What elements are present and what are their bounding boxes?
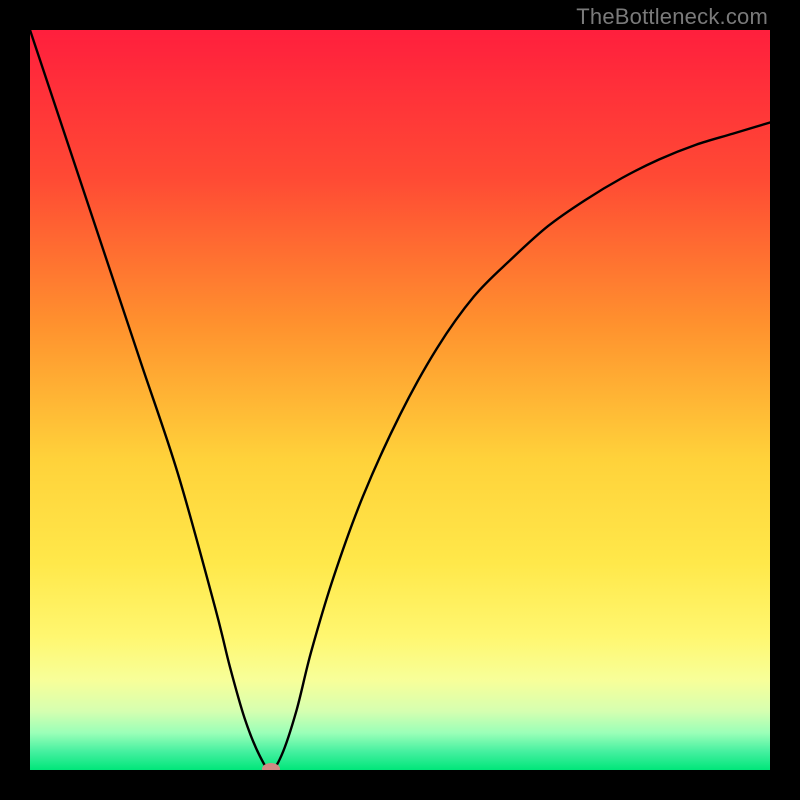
bottleneck-curve [30,30,770,770]
optimal-point-marker [262,763,280,770]
chart-frame: TheBottleneck.com [0,0,800,800]
watermark-text: TheBottleneck.com [576,4,768,30]
plot-area [30,30,770,770]
